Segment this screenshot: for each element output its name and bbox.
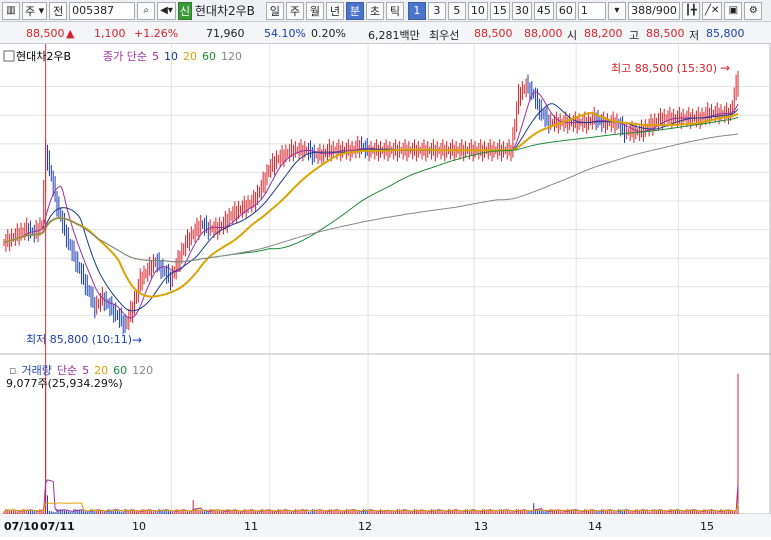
- interval-tab-5[interactable]: 초: [365, 1, 384, 20]
- count-display: 388/900: [627, 1, 680, 20]
- chart-window: ▥ 주 ▾ 전 005387 ⌕ ◀▾ 신 현대차2우B 일주월년분초틱 135…: [0, 0, 771, 537]
- market-select[interactable]: 주 ▾: [22, 1, 48, 20]
- price-legend-period: 20: [183, 50, 197, 63]
- high-label: 고: [629, 29, 640, 42]
- interval-tabs: 일주월년분초틱: [265, 1, 404, 20]
- x-tick-label: 15: [700, 520, 714, 533]
- minute-button-10[interactable]: 10: [467, 1, 488, 20]
- period-mode-button[interactable]: 전: [49, 1, 68, 20]
- price-panel-name: 현대차2우B: [16, 50, 71, 63]
- volume-title: 거래량: [21, 364, 51, 377]
- price-legend-period: 60: [202, 50, 216, 63]
- low-value: 85,800: [706, 27, 745, 40]
- unit-dropdown-icon[interactable]: ▾: [607, 1, 626, 20]
- best-ask: 88,500: [474, 27, 513, 40]
- quote-strip: 88,500 ▲ 1,100 +1.26% 71,960 54.10% 0.20…: [0, 22, 771, 44]
- change: 1,100: [94, 27, 126, 40]
- volume-legend-period: 120: [132, 364, 153, 377]
- price-legend-period: 5: [152, 50, 159, 63]
- chart-svg: 07/10 07/11 10 11 12 13 14 15 현대차2우B 종가 단순 5 10 20…: [0, 44, 771, 537]
- save-icon[interactable]: ▣: [724, 1, 743, 20]
- price-legend: 종가 단순 5 10 20 60 120: [103, 50, 242, 63]
- minute-buttons: 1 3 5 10 15 30 45 60: [407, 1, 576, 20]
- minute-button-45[interactable]: 45: [533, 1, 554, 20]
- change-pct: +1.26%: [134, 27, 179, 40]
- x-tick-label: 07/10: [4, 520, 39, 533]
- volume-legend-period: 60: [113, 364, 127, 377]
- price-legend-period: 10: [164, 50, 178, 63]
- x-tick-label: 10: [132, 520, 146, 533]
- stock-name: 현대차2우B: [194, 4, 255, 18]
- search-icon[interactable]: ⌕: [137, 1, 156, 20]
- chart-area: 07/10 07/11 10 11 12 13 14 15 현대차2우B 종가 단순 5 10 20…: [0, 44, 771, 537]
- market-label: 주: [25, 4, 36, 18]
- chart-type-icon[interactable]: ▥: [2, 1, 20, 20]
- unit-value: 1: [580, 4, 588, 17]
- minute-button-3[interactable]: 3: [427, 1, 446, 20]
- interval-tab-4[interactable]: 분: [345, 1, 364, 20]
- code-input[interactable]: 005387: [69, 1, 136, 20]
- volume: 71,960: [206, 27, 245, 40]
- volume-current: 9,077주(25,934.29%): [6, 377, 123, 390]
- high-annotation: 최고 88,500 (15:30): [611, 62, 717, 75]
- volume-options-icon: ▫: [9, 364, 16, 377]
- count-value: 388/900: [631, 4, 677, 17]
- low-arrow-icon: →: [132, 333, 142, 347]
- price: 88,500: [26, 27, 65, 40]
- open-label: 시: [567, 29, 578, 42]
- price-legend-period: 120: [221, 50, 242, 63]
- minute-button-30[interactable]: 30: [511, 1, 532, 20]
- interval-tab-6[interactable]: 틱: [385, 1, 404, 20]
- x-axis-band: [0, 514, 771, 537]
- speaker-icon[interactable]: ◀▾: [157, 1, 176, 20]
- trade-value: 6,281백만: [368, 29, 420, 42]
- low-annotation: 최저 85,800 (10:11): [26, 333, 132, 346]
- toolbar: ▥ 주 ▾ 전 005387 ⌕ ◀▾ 신 현대차2우B 일주월년분초틱 135…: [0, 0, 771, 22]
- unit-input[interactable]: 1: [577, 1, 606, 20]
- x-tick-label: 14: [588, 520, 602, 533]
- gear-icon[interactable]: ⚙: [744, 1, 763, 20]
- best-label: 최우선: [429, 29, 460, 42]
- volume-legend-period: 5: [82, 364, 89, 377]
- open-value: 88,200: [584, 27, 623, 40]
- interval-tab-0[interactable]: 일: [265, 1, 284, 20]
- candle-settings-icon[interactable]: ┃╋: [681, 1, 700, 20]
- x-axis: 07/10 07/11 10 11 12 13 14 15: [0, 514, 771, 537]
- minute-button-15[interactable]: 15: [489, 1, 510, 20]
- line-tools-icon[interactable]: ╱✕: [701, 1, 723, 20]
- price-legend-prefix: 종가 단순: [103, 50, 147, 63]
- volume-ratio: 54.10%: [264, 27, 306, 40]
- interval-tab-3[interactable]: 년: [325, 1, 344, 20]
- minute-button-1[interactable]: 1: [407, 1, 426, 20]
- interval-tab-1[interactable]: 주: [285, 1, 304, 20]
- change-arrow: ▲: [66, 27, 75, 40]
- minute-button-60[interactable]: 60: [555, 1, 576, 20]
- volume-legend-prefix: 단순: [57, 364, 77, 377]
- best-bid: 88,000: [524, 27, 563, 40]
- high-value: 88,500: [646, 27, 685, 40]
- minute-button-5[interactable]: 5: [447, 1, 466, 20]
- x-tick-label: 11: [244, 520, 258, 533]
- new-badge: 신: [177, 1, 192, 20]
- x-tick-label: 07/11: [40, 520, 75, 533]
- high-arrow-icon: →: [720, 61, 730, 75]
- low-label: 저: [689, 29, 700, 42]
- x-tick-label: 13: [474, 520, 488, 533]
- turnover-pct: 0.20%: [311, 27, 346, 40]
- interval-tab-2[interactable]: 월: [305, 1, 324, 20]
- chart-options-icon[interactable]: [3, 50, 15, 62]
- volume-legend-period: 20: [94, 364, 108, 377]
- code-value: 005387: [72, 4, 115, 17]
- x-tick-label: 12: [358, 520, 372, 533]
